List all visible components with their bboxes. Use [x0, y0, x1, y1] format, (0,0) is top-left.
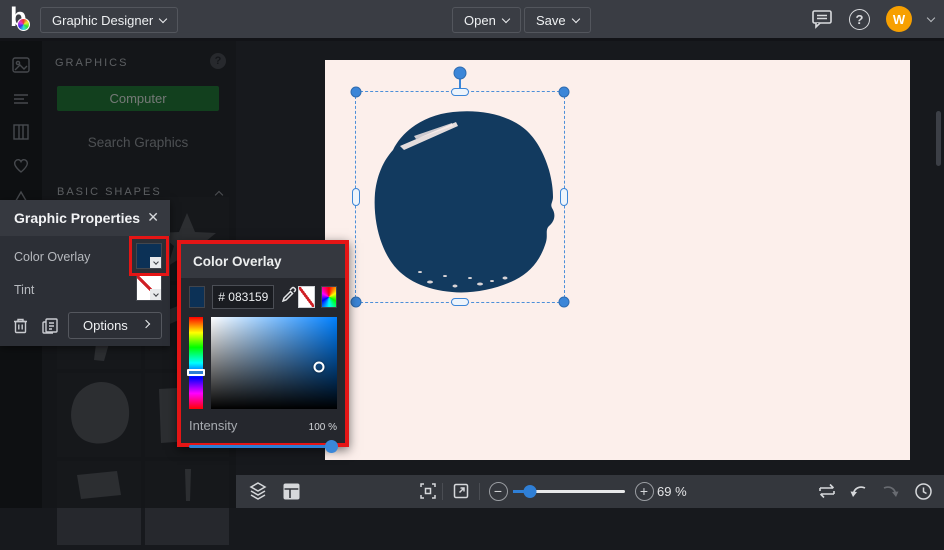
resize-handle-left[interactable]	[352, 188, 360, 206]
app-logo[interactable]: b	[10, 2, 38, 35]
open-label: Open	[464, 12, 496, 28]
zoom-slider-handle[interactable]	[523, 485, 537, 498]
tint-label: Tint	[14, 283, 35, 297]
toolbar-divider	[442, 483, 443, 500]
feedback-chat-icon[interactable]	[811, 9, 833, 29]
current-color-swatch[interactable]	[189, 286, 206, 308]
history-button[interactable]	[912, 480, 934, 502]
intensity-slider-handle[interactable]	[325, 440, 338, 453]
app-window: b Graphic Designer Open Save ? W Search …	[0, 0, 944, 545]
layers-button[interactable]	[247, 480, 269, 502]
rotate-handle[interactable]	[453, 66, 467, 80]
hue-slider-handle[interactable]	[187, 369, 205, 377]
zoom-level-value[interactable]: 69 %	[657, 484, 687, 499]
graphic-properties-title: Graphic Properties	[14, 210, 141, 226]
zoom-slider[interactable]	[513, 485, 625, 498]
eyedropper-icon[interactable]	[281, 286, 298, 308]
compare-toggle-button[interactable]	[816, 480, 838, 502]
avatar-initial: W	[892, 11, 906, 27]
bottom-toolbar: − + 69 %	[236, 475, 944, 508]
resize-handle-bottom-right[interactable]	[558, 296, 570, 308]
workspace: GRAPHICS ? Computer BASIC SHAPES	[0, 41, 944, 545]
fullscreen-preview-button[interactable]	[450, 480, 472, 502]
chevron-right-icon	[141, 319, 151, 329]
help-glyph: ?	[855, 11, 864, 27]
resize-handle-top-left[interactable]	[350, 86, 362, 98]
resize-handle-top[interactable]	[451, 88, 469, 96]
swatch-dropdown-icon[interactable]	[150, 289, 161, 300]
open-button[interactable]: Open	[452, 7, 521, 33]
delete-button[interactable]	[8, 314, 32, 338]
app-menu-button[interactable]: Graphic Designer	[40, 7, 179, 33]
zoom-out-button[interactable]: −	[487, 480, 509, 502]
resize-handle-top-right[interactable]	[558, 86, 570, 98]
resize-handle-bottom[interactable]	[451, 298, 469, 306]
top-bar: b Graphic Designer Open Save ? W	[0, 0, 944, 41]
workspace-scrollbar[interactable]	[936, 111, 941, 166]
toolbar-divider	[479, 483, 480, 500]
color-picker-cursor[interactable]	[313, 361, 325, 373]
graphic-properties-header: Graphic Properties ✕	[0, 200, 170, 236]
resize-handle-right[interactable]	[560, 188, 568, 206]
chevron-down-icon	[501, 14, 511, 23]
templates-button[interactable]	[280, 480, 302, 502]
color-overlay-popup-title: Color Overlay	[193, 253, 282, 269]
chevron-down-icon	[571, 14, 580, 23]
help-icon[interactable]: ?	[849, 8, 870, 30]
fit-to-screen-button[interactable]	[417, 480, 439, 502]
spectrum-swatch[interactable]	[320, 286, 337, 308]
color-wheel-icon	[17, 18, 30, 31]
save-label: Save	[536, 12, 566, 28]
redo-button[interactable]	[879, 480, 901, 502]
graphic-properties-panel: Graphic Properties ✕ Color Overlay Tint	[0, 200, 170, 346]
undo-button[interactable]	[848, 480, 870, 502]
tint-swatch[interactable]	[136, 275, 162, 301]
color-overlay-label: Color Overlay	[14, 250, 91, 264]
user-avatar[interactable]: W	[886, 6, 912, 32]
duplicate-button[interactable]	[38, 314, 62, 338]
options-button[interactable]: Options	[68, 312, 162, 339]
zoom-in-button[interactable]: +	[633, 480, 655, 502]
color-overlay-popup: Color Overlay # 083159 Intensity 100 %	[177, 240, 349, 453]
options-label: Options	[83, 318, 128, 333]
color-overlay-popup-header: Color Overlay	[181, 244, 345, 278]
intensity-slider-track	[189, 445, 337, 448]
no-color-swatch[interactable]	[298, 286, 315, 308]
intensity-slider[interactable]	[189, 440, 338, 453]
selection-bounding-box[interactable]	[350, 66, 570, 308]
saturation-brightness-picker[interactable]	[211, 317, 337, 409]
hue-slider[interactable]	[187, 317, 205, 409]
design-canvas[interactable]	[325, 60, 910, 460]
save-button[interactable]: Save	[524, 7, 591, 33]
hex-color-input[interactable]	[212, 285, 275, 309]
intensity-label: Intensity	[189, 418, 238, 433]
swatch-dropdown-icon[interactable]	[150, 257, 161, 268]
app-menu-label: Graphic Designer	[52, 12, 154, 28]
resize-handle-bottom-left[interactable]	[350, 296, 362, 308]
intensity-value: 100 %	[308, 422, 337, 433]
chevron-down-icon	[158, 14, 168, 23]
close-icon[interactable]: ✕	[147, 209, 159, 226]
account-chevron-down-icon[interactable]	[926, 13, 936, 22]
color-overlay-swatch[interactable]	[136, 243, 162, 269]
